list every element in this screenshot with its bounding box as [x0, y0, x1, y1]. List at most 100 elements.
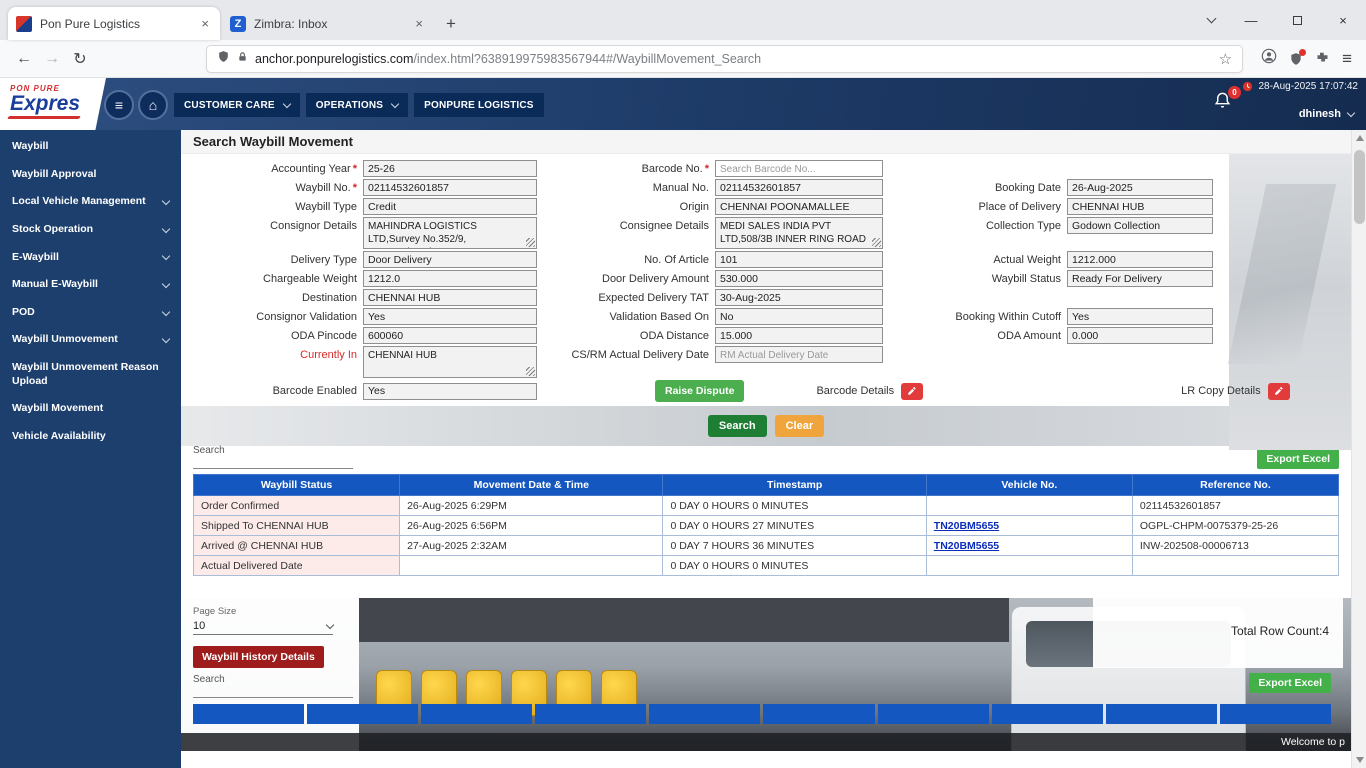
lr-copy-details-edit-icon[interactable]: [1267, 382, 1290, 400]
menu-customer-care[interactable]: CUSTOMER CARE: [174, 93, 300, 117]
booking-date-input[interactable]: [1067, 179, 1213, 196]
address-bar[interactable]: anchor.ponpurelogistics.com/index.html?6…: [206, 44, 1244, 73]
waybill-no-input[interactable]: [363, 179, 537, 196]
sidebar-item-stock-operation[interactable]: Stock Operation: [0, 216, 181, 244]
menu-ponpure-logistics[interactable]: PONPURE LOGISTICS: [414, 93, 544, 117]
place-of-delivery-input[interactable]: [1067, 198, 1213, 215]
sidebar-item-waybill[interactable]: Waybill: [0, 133, 181, 161]
back-icon[interactable]: ←: [10, 45, 38, 73]
lock-icon[interactable]: [237, 50, 248, 68]
expected-delivery-tat-input[interactable]: [715, 289, 883, 306]
sidebar-item-manual-e-waybill[interactable]: Manual E-Waybill: [0, 271, 181, 299]
tab-list-chevron-icon[interactable]: [1194, 0, 1228, 40]
cs-rm-actual-delivery-date-input[interactable]: [715, 346, 883, 363]
minimize-button[interactable]: —: [1228, 0, 1274, 40]
manual-no-input[interactable]: [715, 179, 883, 196]
bookmark-star-icon[interactable]: ☆: [1219, 50, 1232, 68]
delivery-type-input[interactable]: [363, 251, 537, 268]
cell-reference-no: [1131, 555, 1340, 576]
notification-bell-icon[interactable]: 0: [1213, 86, 1241, 115]
vehicle-link[interactable]: TN20BM5655: [934, 540, 999, 552]
consignor-details-textarea[interactable]: MAHINDRA LOGISTICS LTD,Survey No.352/9, …: [363, 217, 537, 249]
browser-menu-icon[interactable]: ≡: [1342, 49, 1352, 69]
vertical-scrollbar[interactable]: [1351, 130, 1366, 768]
barcode-details-edit-icon[interactable]: [901, 382, 924, 400]
home-icon[interactable]: ⌂: [138, 90, 168, 120]
sidebar-item-waybill-approval[interactable]: Waybill Approval: [0, 161, 181, 189]
tracking-shield-icon[interactable]: [217, 50, 230, 68]
resize-grip-icon[interactable]: [872, 238, 881, 247]
currently-in-label: Currently In: [300, 349, 357, 361]
validation-based-on-input[interactable]: [715, 308, 883, 325]
col-header-vehicle-no[interactable]: Vehicle No.: [925, 474, 1133, 496]
oda-distance-input[interactable]: [715, 327, 883, 344]
consignor-validation-input[interactable]: [363, 308, 537, 325]
browser-tab-ponpure[interactable]: Pon Pure Logistics ×: [8, 7, 220, 40]
sidebar-item-label: Local Vehicle Management: [12, 195, 146, 208]
close-button[interactable]: ×: [1320, 0, 1366, 40]
actual-weight-input[interactable]: [1067, 251, 1213, 268]
page-size-select[interactable]: 10: [193, 620, 335, 635]
search-button[interactable]: Search: [707, 415, 767, 437]
collection-type-input[interactable]: [1067, 217, 1213, 234]
url-domain: anchor.ponpurelogistics.com: [255, 51, 414, 66]
scrollbar-thumb[interactable]: [1354, 150, 1365, 224]
export-excel-button-history[interactable]: Export Excel: [1249, 673, 1331, 693]
barcode-no-input[interactable]: [715, 160, 883, 177]
door-delivery-amount-input[interactable]: [715, 270, 883, 287]
app-hamburger-icon[interactable]: ≡: [104, 90, 134, 120]
destination-input[interactable]: [363, 289, 537, 306]
col-header-reference-no[interactable]: Reference No.: [1131, 474, 1340, 496]
barcode-enabled-input[interactable]: [363, 382, 537, 400]
lr-copy-details-label: LR Copy Details: [1181, 385, 1261, 397]
currently-in-textarea[interactable]: CHENNAI HUB: [363, 346, 537, 378]
raise-dispute-button[interactable]: Raise Dispute: [655, 380, 745, 402]
tab-close-icon[interactable]: ×: [198, 16, 212, 31]
cell-waybill-status: Order Confirmed: [192, 495, 401, 516]
col-header-timestamp[interactable]: Timestamp: [662, 474, 927, 496]
account-icon[interactable]: [1261, 48, 1277, 69]
origin-input[interactable]: [715, 198, 883, 215]
booking-within-cutoff-input[interactable]: [1067, 308, 1213, 325]
vehicle-link[interactable]: TN20BM5655: [934, 520, 999, 532]
browser-tab-zimbra[interactable]: Z Zimbra: Inbox ×: [222, 7, 434, 40]
user-menu[interactable]: dhinesh: [1299, 108, 1356, 120]
export-excel-button[interactable]: Export Excel: [1257, 449, 1339, 469]
sidebar-item-vehicle-availability[interactable]: Vehicle Availability: [0, 423, 181, 451]
resize-grip-icon[interactable]: [526, 367, 535, 376]
chevron-down-icon: [390, 99, 400, 109]
cell-movement-date: 26-Aug-2025 6:56PM: [399, 515, 664, 536]
sidebar-item-waybill-movement[interactable]: Waybill Movement: [0, 395, 181, 423]
col-header-waybill-status[interactable]: Waybill Status: [192, 474, 401, 496]
forward-icon[interactable]: →: [38, 45, 66, 73]
sidebar-item-local-vehicle-management[interactable]: Local Vehicle Management: [0, 188, 181, 216]
oda-amount-input[interactable]: [1067, 327, 1213, 344]
protections-shield-icon[interactable]: [1289, 48, 1307, 66]
extensions-icon[interactable]: [1315, 49, 1330, 69]
scroll-up-arrow-icon[interactable]: [1352, 130, 1366, 146]
history-search-input[interactable]: [193, 685, 353, 698]
waybill-type-input[interactable]: [363, 198, 537, 215]
accounting-year-input[interactable]: [363, 160, 537, 177]
consignee-details-textarea[interactable]: MEDI SALES INDIA PVT LTD,508/3B INNER RI…: [715, 217, 883, 249]
menu-operations[interactable]: OPERATIONS: [305, 93, 409, 117]
waybill-status-input[interactable]: [1067, 270, 1213, 287]
sidebar-item-e-waybill[interactable]: E-Waybill: [0, 244, 181, 272]
movement-search-input[interactable]: [193, 456, 353, 469]
clear-button[interactable]: Clear: [774, 415, 825, 437]
chargeable-weight-input[interactable]: [363, 270, 537, 287]
scroll-down-arrow-icon[interactable]: [1352, 752, 1366, 768]
sidebar-item-pod[interactable]: POD: [0, 299, 181, 327]
maximize-button[interactable]: [1274, 0, 1320, 40]
reload-icon[interactable]: ↻: [66, 45, 94, 73]
no-of-article-input[interactable]: [715, 251, 883, 268]
cell-waybill-status: Actual Delivered Date: [192, 555, 401, 576]
tab-close-icon[interactable]: ×: [412, 16, 426, 31]
oda-pincode-input[interactable]: [363, 327, 537, 344]
new-tab-button[interactable]: +: [436, 14, 466, 40]
waybill-history-details-button[interactable]: Waybill History Details: [193, 646, 324, 668]
sidebar-item-waybill-unmovement-reason-upload[interactable]: Waybill Unmovement Reason Upload: [0, 354, 181, 395]
sidebar-item-waybill-unmovement[interactable]: Waybill Unmovement: [0, 326, 181, 354]
col-header-movement-date[interactable]: Movement Date & Time: [399, 474, 664, 496]
resize-grip-icon[interactable]: [526, 238, 535, 247]
